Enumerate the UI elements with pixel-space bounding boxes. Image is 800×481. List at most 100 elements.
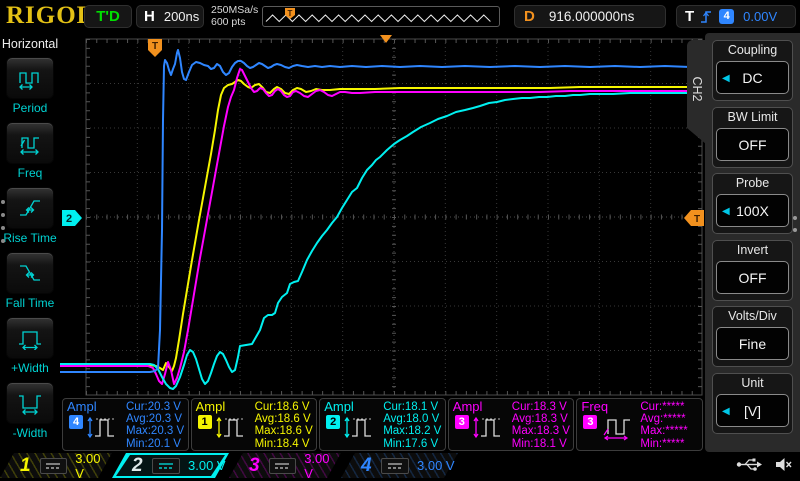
softkey-probe[interactable]: Probe◀100X: [712, 173, 793, 234]
trigger-level-value: 0.00V: [743, 9, 777, 24]
menu-item-label: Freq: [0, 166, 60, 180]
measurement-values: Cur:*****Avg:*****Max:*****Min:*****: [640, 401, 687, 450]
period-icon: [18, 66, 42, 90]
measurement-cell-ch3-ampl: Ampl3Cur:18.3 VAvg:18.3 VMax:18.3 VMin:1…: [448, 398, 575, 451]
measurement-values: Cur:20.3 VAvg:20.3 VMax:20.3 VMin:20.1 V: [126, 401, 184, 450]
measurement-value: Min:18.4 V: [255, 438, 313, 450]
amplitude-icon: [472, 413, 506, 448]
dc-coupling-icon: [152, 458, 180, 474]
channel-1-toggle[interactable]: 13.00 V: [0, 453, 112, 478]
measurement-value: Avg:*****: [640, 413, 687, 425]
channel-number: 2: [132, 455, 146, 477]
menu-item-label: Fall Time: [0, 296, 60, 310]
memory-trigger-flag-icon: T: [285, 8, 295, 19]
measurement-value: Max:18.3 V: [512, 425, 570, 437]
channel-badge: 1: [198, 415, 212, 429]
softkey-invert[interactable]: InvertOFF: [712, 240, 793, 301]
measurement-type-label: Ampl: [67, 399, 97, 414]
channel-2-toggle[interactable]: 23.00 V: [112, 453, 229, 478]
memory-waveform-icon: [266, 15, 490, 22]
menu-button[interactable]: [6, 317, 54, 359]
softkey-title: Volts/Div: [713, 307, 792, 326]
tab-ch2[interactable]: CH2: [687, 40, 706, 144]
trigger-settings-indicator: T 4 0.00V: [676, 5, 796, 28]
fall-time-icon: [18, 261, 42, 285]
speaker-muted-icon: [775, 457, 792, 472]
menu-item-freq[interactable]: Freq: [0, 122, 60, 180]
dc-coupling-icon: [40, 458, 67, 474]
channel-badge: 4: [69, 415, 83, 429]
measurement-value: Cur:18.6 V: [255, 401, 313, 413]
menu-item-period[interactable]: Period: [0, 57, 60, 115]
measurement-value: Max:20.3 V: [126, 425, 184, 437]
softkey-value[interactable]: ◀[V]: [716, 394, 789, 427]
top-status-bar: RIGOL T'D H 200ns 250MSa/s 600 pts T D 9…: [0, 0, 800, 33]
softkey-value[interactable]: OFF: [716, 261, 789, 294]
softkey-title: Probe: [713, 174, 792, 193]
menu-item-fall-time[interactable]: Fall Time: [0, 252, 60, 310]
ch2-position-marker[interactable]: 2: [62, 210, 82, 226]
softkey-value[interactable]: ◀DC: [716, 61, 789, 94]
scroll-indicator-dots: [1, 191, 5, 252]
channel-number: 3: [249, 455, 263, 477]
measurement-values: Cur:18.6 VAvg:18.6 VMax:18.6 VMin:18.4 V: [255, 401, 313, 450]
menu-item-label: +Width: [0, 361, 60, 375]
left-menu-title: Horizontal: [0, 37, 60, 51]
softkey-volts-div[interactable]: Volts/DivFine: [712, 306, 793, 367]
channel-4-toggle[interactable]: 43.00 V: [341, 453, 458, 478]
softkey-unit[interactable]: Unit◀[V]: [712, 373, 793, 434]
menu-button[interactable]: [6, 122, 54, 164]
trace-ch2: [60, 93, 702, 389]
menu-button[interactable]: [6, 382, 54, 424]
freq-icon: [18, 131, 42, 155]
left-arrow-icon: ◀: [722, 395, 730, 428]
channel-scale-value: 3.00 V: [75, 451, 112, 481]
channel-menu-panel: Coupling◀DCBW LimitOFFProbe◀100XInvertOF…: [705, 33, 800, 452]
measurement-value: Cur:*****: [640, 401, 687, 413]
menu-button[interactable]: [6, 252, 54, 294]
measurement-value: Avg:18.6 V: [255, 413, 313, 425]
sample-rate-indicator: 250MSa/s 600 pts: [211, 4, 258, 28]
menu-button[interactable]: [6, 187, 54, 229]
delay-value: 916.000000ns: [549, 9, 635, 24]
measurement-cell-ch3-freq: Freq3Cur:*****Avg:*****Max:*****Min:****…: [576, 398, 703, 451]
sample-rate: 250MSa/s: [211, 4, 258, 16]
delay-indicator: D 916.000000ns: [514, 5, 666, 28]
trace-ch1: [60, 80, 702, 371]
trigger-status-badge: T'D: [84, 5, 132, 28]
measurement-cell-ch2-ampl: Ampl2Cur:18.1 VAvg:18.0 VMax:18.2 VMin:1…: [319, 398, 446, 451]
measurement-value: Max:*****: [640, 425, 687, 437]
menu-item--width[interactable]: +Width: [0, 317, 60, 375]
tab-ch2-label: CH2: [690, 75, 704, 103]
horizontal-label: H: [144, 8, 155, 25]
rise-time-icon: [18, 196, 42, 220]
menu-item-rise-time[interactable]: Rise Time: [0, 187, 60, 245]
menu-item-label: -Width: [0, 426, 60, 440]
channel-3-toggle[interactable]: 33.00 V: [229, 453, 341, 478]
pwidth-icon: [18, 326, 42, 350]
measurement-cell-ch4-ampl: Ampl4 Cur:20.3 VAvg:20.3 VMax:20.3 VMin:2…: [62, 398, 189, 451]
svg-text:2: 2: [66, 213, 72, 225]
measurement-value: Avg:20.3 V: [126, 413, 184, 425]
measurement-value: Avg:18.0 V: [383, 413, 441, 425]
measurement-type-label: Freq: [581, 399, 608, 414]
menu-item--width[interactable]: -Width: [0, 382, 60, 440]
trigger-position-marker[interactable]: T: [148, 39, 162, 57]
scroll-indicator-dots: [793, 208, 797, 240]
frequency-icon: [600, 413, 634, 448]
amplitude-icon: [343, 413, 377, 448]
waveform-traces: [60, 50, 702, 389]
softkey-coupling[interactable]: Coupling◀DC: [712, 40, 793, 101]
measurement-type-label: Ampl: [453, 399, 483, 414]
trigger-level-marker[interactable]: T: [684, 210, 704, 226]
softkey-value[interactable]: Fine: [716, 327, 789, 360]
softkey-value[interactable]: ◀100X: [716, 194, 789, 227]
waveform-position-bar: T: [262, 6, 500, 27]
measurement-value: Min:18.1 V: [512, 438, 570, 450]
measurement-value: Min:20.1 V: [126, 438, 184, 450]
rising-edge-icon: [699, 8, 713, 25]
softkey-bw-limit[interactable]: BW LimitOFF: [712, 107, 793, 168]
dc-coupling-icon: [269, 458, 296, 474]
softkey-value[interactable]: OFF: [716, 128, 789, 161]
menu-button[interactable]: [6, 57, 54, 99]
